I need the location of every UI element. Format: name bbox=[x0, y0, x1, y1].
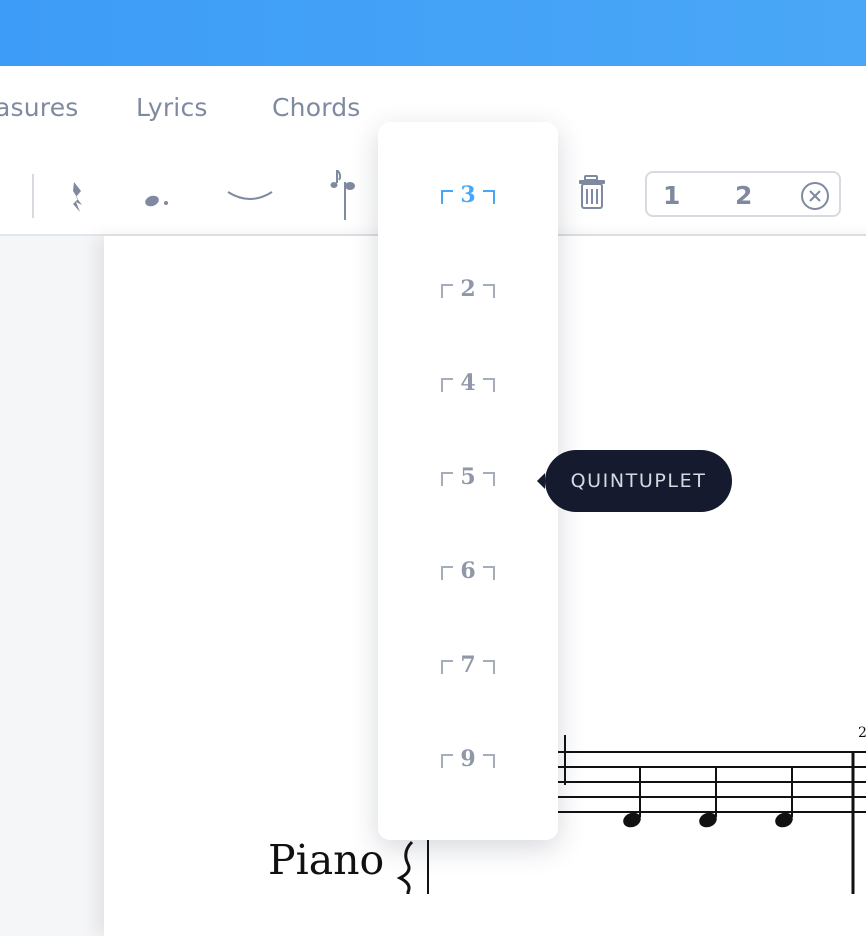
tuplet-option-4[interactable]: 4 bbox=[378, 363, 558, 403]
tuplet-option-6[interactable]: 6 bbox=[378, 551, 558, 591]
bracket-left-icon bbox=[441, 190, 454, 204]
bracket-right-icon bbox=[482, 660, 495, 674]
bracket-right-icon bbox=[482, 472, 495, 486]
tuplet-option-5[interactable]: 5 bbox=[378, 457, 558, 497]
bracket-left-icon bbox=[441, 754, 454, 768]
bracket-left-icon bbox=[441, 660, 454, 674]
bracket-left-icon bbox=[441, 472, 454, 486]
bracket-right-icon bbox=[482, 566, 495, 580]
tuplet-dropdown: 3 2 4 5 6 7 9 bbox=[378, 122, 558, 840]
bracket-right-icon bbox=[482, 378, 495, 392]
instrument-label: Piano bbox=[268, 836, 385, 884]
bracket-left-icon bbox=[441, 284, 454, 298]
bracket-right-icon bbox=[482, 754, 495, 768]
tuplet-option-3[interactable]: 3 bbox=[378, 175, 558, 215]
tooltip: QUINTUPLET bbox=[537, 450, 732, 512]
bracket-right-icon bbox=[482, 284, 495, 298]
bracket-left-icon bbox=[441, 378, 454, 392]
tuplet-option-9[interactable]: 9 bbox=[378, 739, 558, 779]
tuplet-option-2[interactable]: 2 bbox=[378, 269, 558, 309]
measure-number: 2 bbox=[858, 725, 866, 741]
tuplet-option-7[interactable]: 7 bbox=[378, 645, 558, 685]
bracket-left-icon bbox=[441, 566, 454, 580]
bracket-right-icon bbox=[482, 190, 495, 204]
